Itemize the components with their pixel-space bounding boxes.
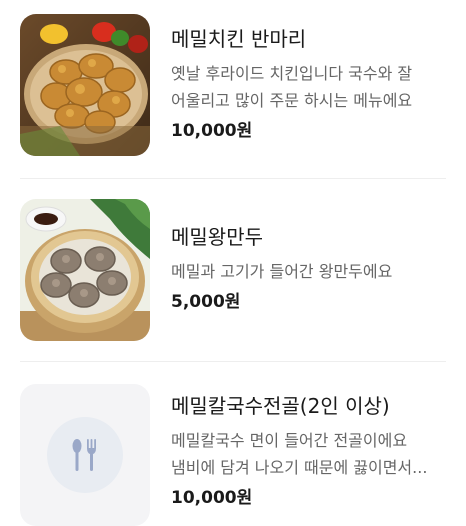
menu-item-fried-chicken[interactable]: 메밀치킨 반마리 옛날 후라이드 치킨입니다 국수와 잘 어울리고 많이 주문 … <box>0 0 466 178</box>
fried-chicken-image <box>20 14 150 156</box>
menu-item-description-line: 메밀과 고기가 들어간 왕만두에요 <box>171 262 393 281</box>
fork-spoon-icon <box>68 437 102 477</box>
menu-item-price: 10,000원 <box>171 121 253 141</box>
menu-item-name: 메밀치킨 반마리 <box>171 27 307 51</box>
menu-item-description-line: 메밀칼국수 면이 들어간 전골이에요 <box>171 431 408 450</box>
menu-item-description-line: 냄비에 담겨 나오기 때문에 끓이면서... <box>171 458 428 477</box>
placeholder-circle <box>47 417 123 493</box>
menu-item-price: 5,000원 <box>171 292 241 312</box>
menu-item-description: 메밀과 고기가 들어간 왕만두에요 <box>171 258 450 285</box>
dumplings-image <box>20 199 150 341</box>
menu-item-info: 메밀왕만두 메밀과 고기가 들어간 왕만두에요 5,000원 <box>171 222 450 315</box>
menu-item-name: 메밀칼국수전골(2인 이상) <box>171 394 390 418</box>
menu-list: 메밀치킨 반마리 옛날 후라이드 치킨입니다 국수와 잘 어울리고 많이 주문 … <box>0 0 466 526</box>
menu-item-price: 10,000원 <box>171 488 253 508</box>
menu-item-dumplings[interactable]: 메밀왕만두 메밀과 고기가 들어간 왕만두에요 5,000원 <box>0 179 466 361</box>
menu-item-info: 메밀치킨 반마리 옛날 후라이드 치킨입니다 국수와 잘 어울리고 많이 주문 … <box>171 24 450 144</box>
menu-item-info: 메밀칼국수전골(2인 이상) 메밀칼국수 면이 들어간 전골이에요 냄비에 담겨… <box>171 391 450 511</box>
menu-item-description-line: 옛날 후라이드 치킨입니다 국수와 잘 <box>171 64 413 83</box>
menu-item-description: 옛날 후라이드 치킨입니다 국수와 잘 어울리고 많이 주문 하시는 메뉴에요 <box>171 60 450 114</box>
menu-item-description-line: 어울리고 많이 주문 하시는 메뉴에요 <box>171 91 413 110</box>
menu-item-buckwheat-hot-pot[interactable]: 메밀칼국수전골(2인 이상) 메밀칼국수 면이 들어간 전골이에요 냄비에 담겨… <box>0 362 466 526</box>
no-image-placeholder <box>20 384 150 526</box>
menu-item-name: 메밀왕만두 <box>171 225 263 249</box>
menu-item-description: 메밀칼국수 면이 들어간 전골이에요 냄비에 담겨 나오기 때문에 끓이면서..… <box>171 427 450 481</box>
